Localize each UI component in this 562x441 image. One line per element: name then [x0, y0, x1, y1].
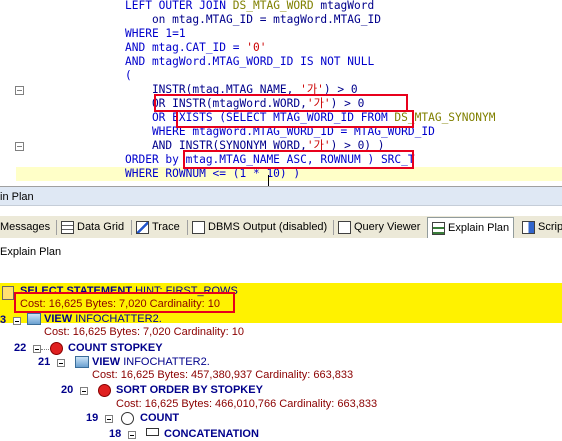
plan-row-id: 19 [86, 412, 99, 424]
annotation-box [176, 110, 414, 128]
code-token: ( [125, 69, 132, 82]
code-line: WHERE ROWNUM <= (1 * 10) ) [125, 167, 300, 181]
panel-title: in Plan [0, 191, 34, 203]
tab-script[interactable]: Scrip [522, 218, 562, 237]
collapse-icon[interactable] [13, 317, 21, 325]
plan-row-id: 22 [14, 342, 27, 354]
plan-row[interactable]: SORT ORDER BY STOPKEY [116, 384, 263, 397]
code-token: WHERE 1=1 [125, 27, 186, 40]
tab-label: Scrip [538, 221, 562, 233]
sql-editor[interactable]: LEFT OUTER JOIN DS_MTAG_WORD mtagWord on… [0, 0, 562, 186]
count-stopkey-icon [50, 342, 63, 355]
code-token: LEFT OUTER JOIN [125, 0, 233, 12]
sort-icon [98, 384, 111, 397]
plan-row[interactable]: COUNT [140, 412, 179, 425]
plan-row-id: 18 [109, 428, 122, 440]
view-icon [75, 356, 89, 368]
tab-messages[interactable]: Messages [0, 218, 50, 237]
tab-trace[interactable]: Trace [136, 218, 180, 237]
plan-object: INFOCHATTER2. [123, 356, 210, 368]
trace-icon [136, 221, 149, 234]
editor-gutter [0, 0, 16, 186]
concatenation-icon [146, 428, 159, 436]
code-token: AND mtagWord.MTAG_WORD_ID IS NOT NULL [125, 55, 375, 68]
fold-toggle-icon[interactable] [15, 142, 24, 151]
dbms-output-icon [192, 221, 205, 234]
code-line: on mtag.MTAG_ID = mtagWord.MTAG_ID [125, 13, 381, 27]
collapse-icon[interactable] [128, 431, 136, 439]
query-viewer-icon [338, 221, 351, 234]
plan-row-cost: Cost: 16,625 Bytes: 457,380,937 Cardinal… [92, 369, 354, 381]
plan-operation: SORT ORDER BY STOPKEY [116, 384, 263, 396]
tab-divider [333, 220, 334, 235]
tab-label: Query Viewer [354, 221, 421, 233]
code-line: WHERE 1=1 [125, 27, 186, 41]
code-token: mtagWord [313, 0, 375, 12]
tab-query-viewer[interactable]: Query Viewer [338, 218, 420, 237]
tab-divider [131, 220, 132, 235]
plan-row[interactable]: CONCATENATION [164, 428, 259, 441]
collapse-icon[interactable] [33, 345, 41, 353]
plan-row[interactable]: COUNT STOPKEY [68, 342, 163, 355]
plan-row-cost: Cost: 16,625 Bytes: 466,010,766 Cardinal… [116, 398, 378, 410]
code-line: AND mtag.CAT_ID = '0' [125, 41, 266, 55]
code-line: LEFT OUTER JOIN DS_MTAG_WORD mtagWord [125, 0, 374, 13]
tab-divider [56, 220, 57, 235]
plan-operation: CONCATENATION [164, 428, 259, 440]
count-icon [121, 412, 134, 425]
plan-operation: COUNT STOPKEY [68, 342, 163, 354]
plan-object: INFOCHATTER2. [75, 313, 162, 325]
explain-plan-heading: Explain Plan [0, 246, 62, 258]
tab-label: Trace [152, 221, 180, 233]
plan-operation: VIEW [44, 313, 73, 325]
text-cursor [268, 175, 269, 186]
collapse-icon[interactable] [105, 415, 113, 423]
collapse-icon[interactable] [80, 387, 88, 395]
collapse-icon[interactable] [57, 359, 65, 367]
code-line: ( [125, 69, 132, 83]
plan-row-id: 21 [38, 356, 51, 368]
plan-operation: VIEW [92, 356, 121, 368]
panel-title-bar: in Plan [0, 186, 562, 206]
tab-divider [187, 220, 188, 235]
annotation-box [183, 150, 414, 169]
output-tabbar: Messages Data Grid Trace DBMS Output (di… [0, 216, 562, 239]
annotation-box [14, 292, 235, 313]
code-token: on mtag.MTAG_ID = mtagWord.MTAG_ID [125, 13, 381, 26]
select-statement-icon [2, 286, 14, 300]
view-icon [27, 313, 41, 325]
tab-dbms-output[interactable]: DBMS Output (disabled) [192, 218, 327, 237]
tab-explain-plan[interactable]: Explain Plan [427, 217, 515, 239]
code-token: DS_MTAG_WORD [232, 0, 314, 12]
explain-plan-icon [432, 222, 445, 235]
plan-row-id: 20 [61, 384, 74, 396]
plan-row[interactable]: VIEW INFOCHATTER2. [44, 313, 162, 326]
tree-connector [41, 349, 49, 351]
plan-row[interactable]: VIEW INFOCHATTER2. [92, 356, 210, 369]
plan-row-cost: Cost: 16,625 Bytes: 7,020 Cardinality: 1… [44, 326, 244, 338]
script-icon [522, 221, 535, 234]
code-line: AND mtagWord.MTAG_WORD_ID IS NOT NULL [125, 55, 374, 69]
tab-label: Explain Plan [448, 222, 510, 234]
plan-row-id: 3 [0, 314, 7, 326]
data-grid-icon [61, 221, 74, 234]
tab-label: Data Grid [77, 221, 125, 233]
tab-label: Messages [0, 221, 51, 233]
plan-operation: COUNT [140, 412, 180, 424]
fold-toggle-icon[interactable] [15, 86, 24, 95]
explain-plan-header: Explain Plan [0, 238, 562, 266]
code-token: '0' [246, 41, 267, 54]
tab-data-grid[interactable]: Data Grid [61, 218, 124, 237]
tab-label: DBMS Output (disabled) [208, 221, 328, 233]
code-token: AND mtag.CAT_ID = [125, 41, 247, 54]
